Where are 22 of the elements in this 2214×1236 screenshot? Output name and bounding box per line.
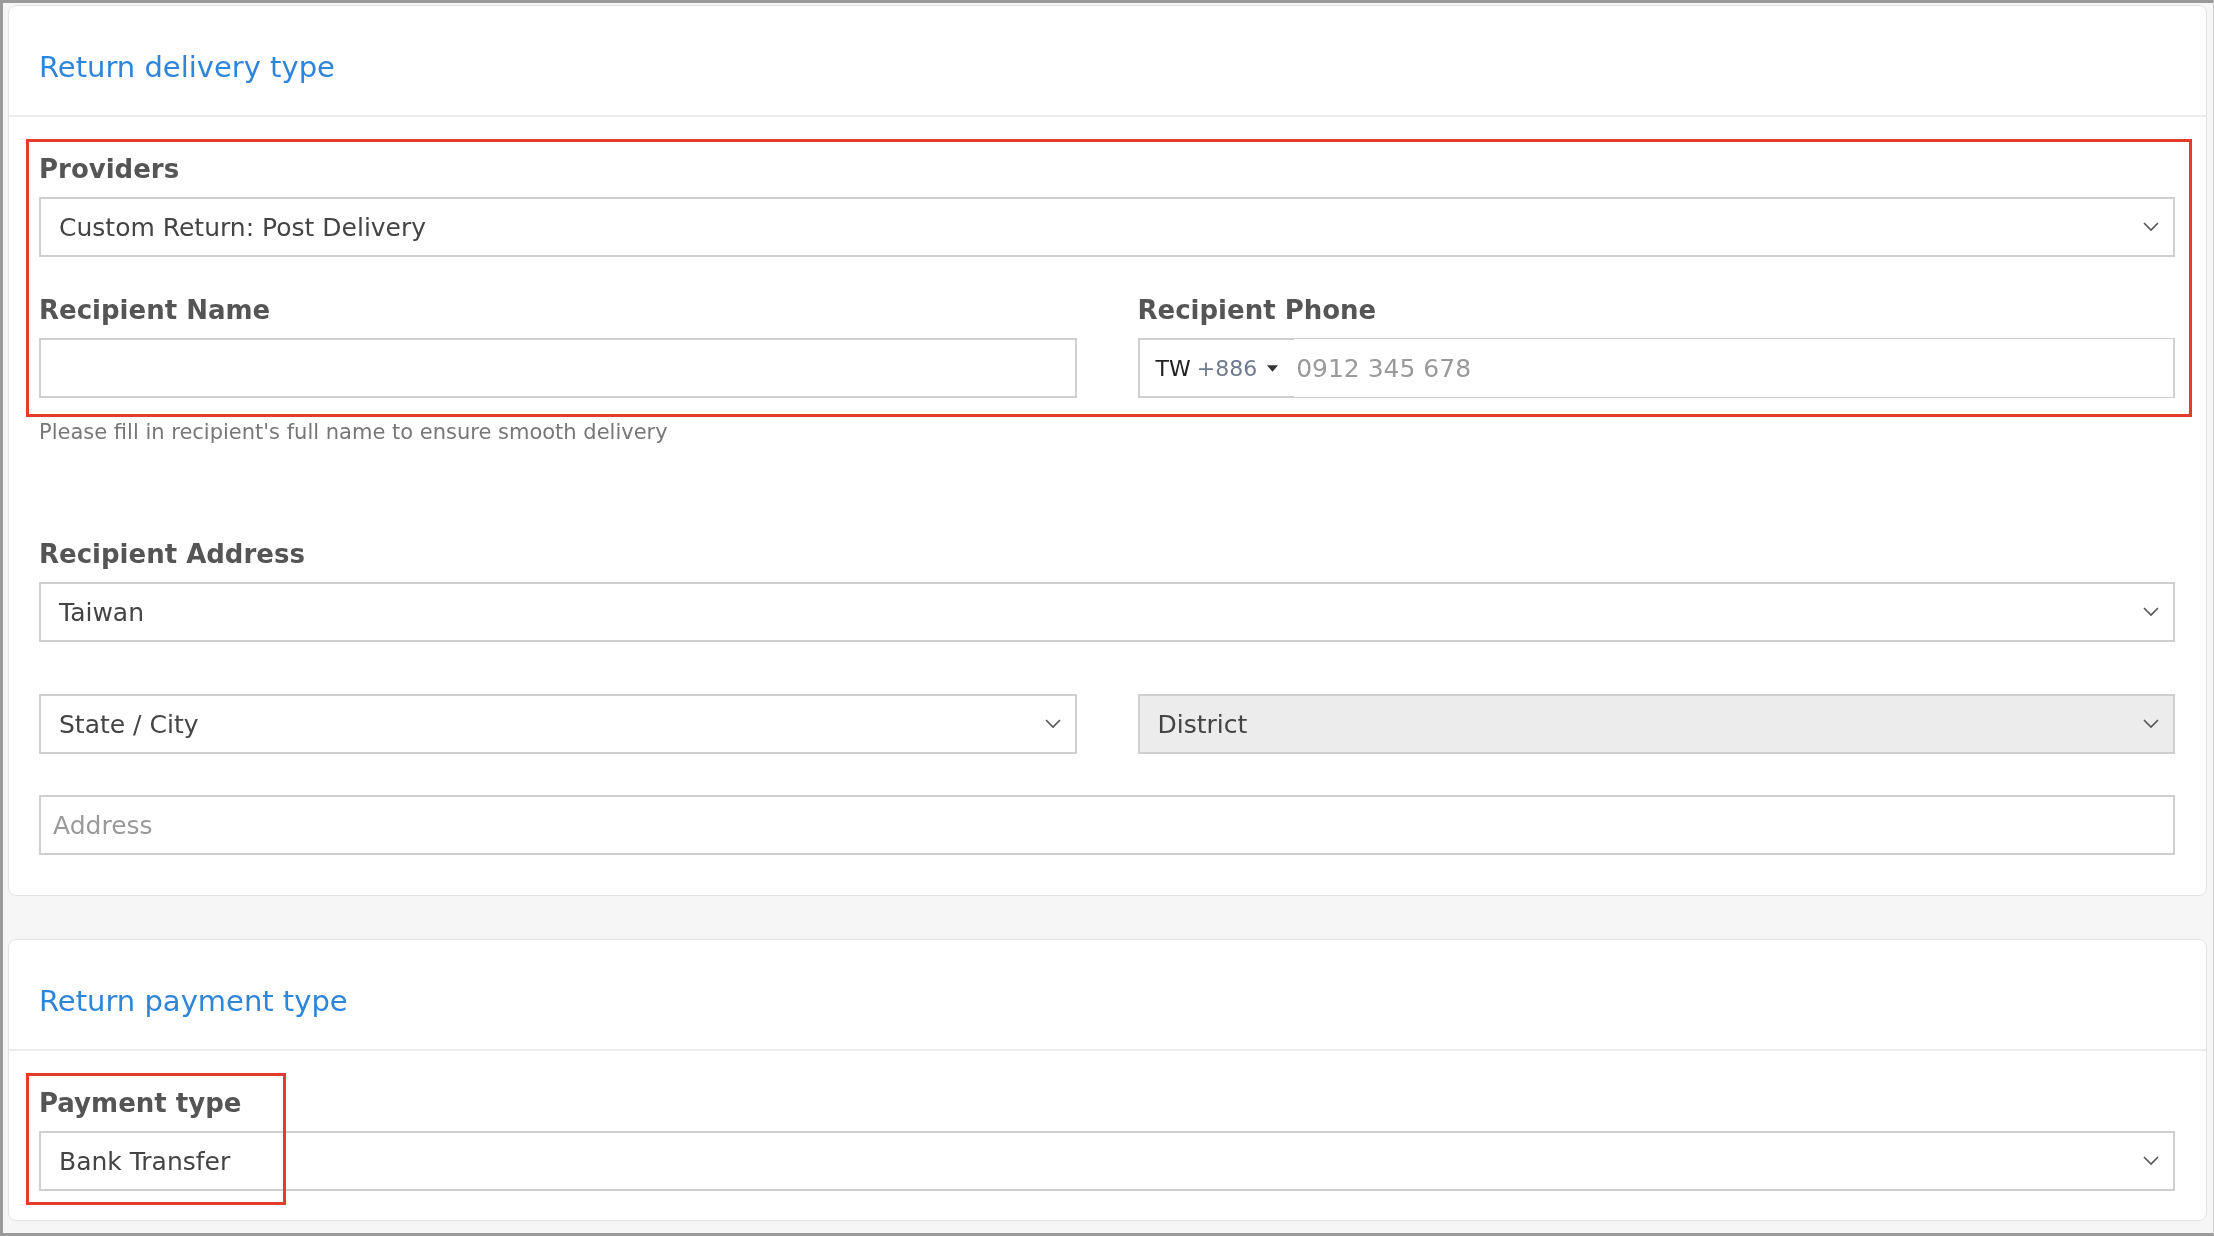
recipient-phone-field[interactable]: TW +886 0912 345 678 <box>1137 338 2175 398</box>
field-label: Providers <box>39 153 181 185</box>
field-label: Recipient Address <box>39 538 306 570</box>
field-label: Recipient Phone <box>1137 294 1378 326</box>
field-label: Recipient Name <box>39 294 272 326</box>
country-code-picker[interactable]: TW +886 <box>1155 355 1279 381</box>
payment-type-select[interactable]: Bank Transfer <box>39 1131 2175 1191</box>
address-field[interactable]: Address <box>39 795 2175 855</box>
providers-select[interactable]: Custom Return: Post Delivery <box>39 197 2175 257</box>
chevron-down-icon <box>1044 719 1061 729</box>
chevron-down-icon <box>2143 222 2159 232</box>
help-text: Please fill in recipient's full name to ensure smooth delivery <box>39 419 669 446</box>
caret-icon <box>1267 364 1279 372</box>
field-label: Payment type <box>39 1087 243 1119</box>
chevron-down-icon <box>2143 719 2159 729</box>
section-title: Return payment type <box>39 983 348 1018</box>
section-title: Return delivery type <box>39 49 335 84</box>
state-city-select[interactable]: State / City <box>39 694 1077 754</box>
chevron-down-icon <box>2143 607 2159 617</box>
chevron-down-icon <box>2143 1156 2159 1166</box>
country-select[interactable]: Taiwan <box>39 582 2175 642</box>
recipient-name-field[interactable] <box>39 338 1077 398</box>
